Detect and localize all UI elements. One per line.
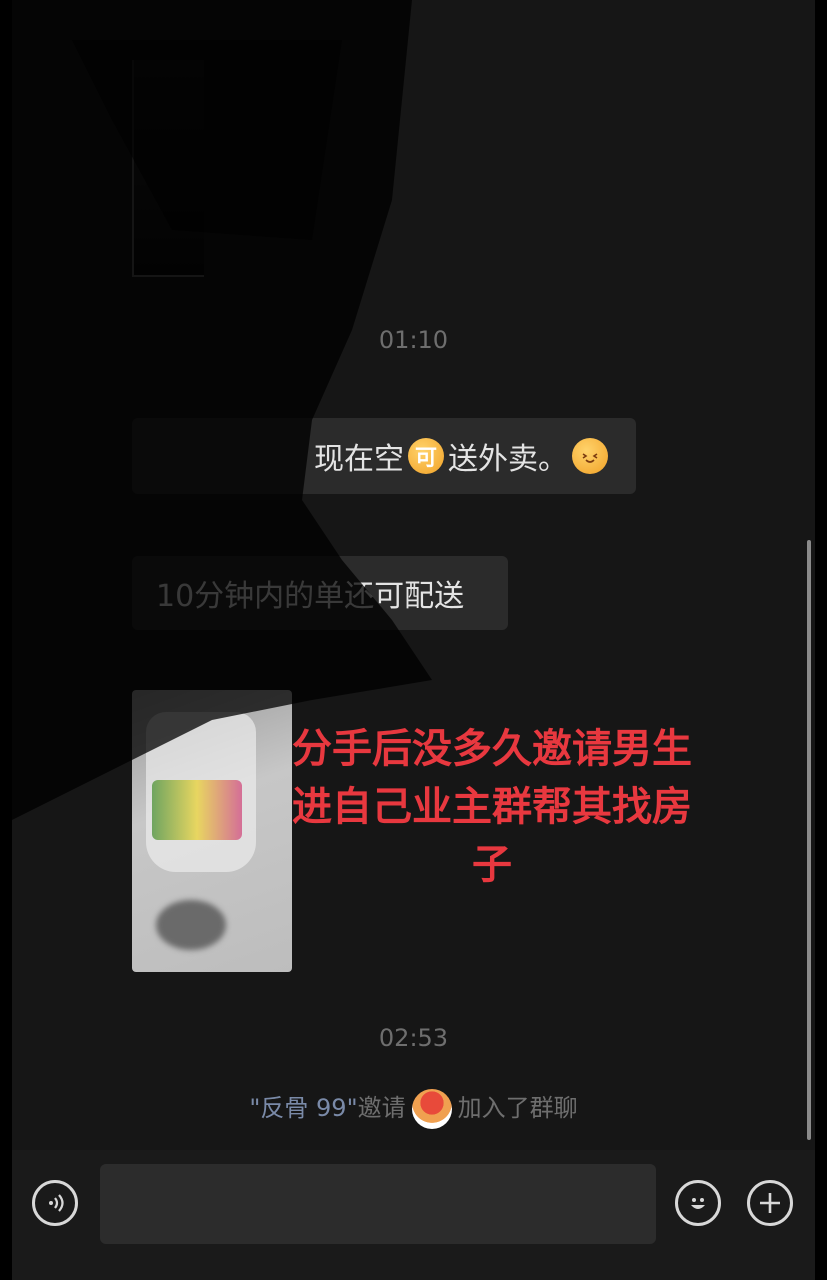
voice-icon [49, 1194, 64, 1212]
message-text: 现在空 [314, 442, 404, 477]
image-message-top[interactable] [132, 60, 204, 277]
message-bubble[interactable]: 现在空 可 送外卖。 [132, 418, 636, 494]
system-text: 加入了群聊 [457, 1094, 578, 1122]
timestamp: 01:10 [378, 326, 449, 354]
message-input[interactable] [100, 1164, 656, 1244]
emoji-button[interactable] [675, 1180, 721, 1226]
bag-label [152, 780, 242, 840]
system-message: "反骨 99"邀请 加入了群聊 [12, 1088, 815, 1129]
plus-button[interactable] [747, 1180, 793, 1226]
image-message-bag[interactable] [132, 690, 292, 972]
floor-stain [156, 900, 226, 950]
chat-area: 01:10 现在空 可 送外卖。 10分钟内的单还可配送 分手后没多久邀请男生进… [12, 0, 815, 1150]
overlay-caption: 分手后没多久邀请男生进自己业主群帮其找房子 [292, 726, 692, 888]
emoji-icon [691, 1198, 705, 1209]
inviter-name[interactable]: "反骨 99" [249, 1094, 357, 1122]
input-bar [12, 1150, 815, 1280]
invitee-avatar-icon [411, 1089, 452, 1129]
smile-emoji-icon [572, 438, 608, 474]
system-text: 邀请 [357, 1094, 406, 1122]
message-text: 10分钟内的单还可配送 [156, 579, 465, 614]
ke-emoji-icon: 可 [408, 438, 444, 474]
scrollbar[interactable] [807, 540, 811, 1140]
plus-icon [760, 1193, 780, 1213]
timestamp: 02:53 [378, 1024, 449, 1052]
message-bubble[interactable]: 10分钟内的单还可配送 [132, 556, 508, 630]
message-text: 送外卖。 [448, 442, 568, 477]
voice-button[interactable] [32, 1180, 78, 1226]
